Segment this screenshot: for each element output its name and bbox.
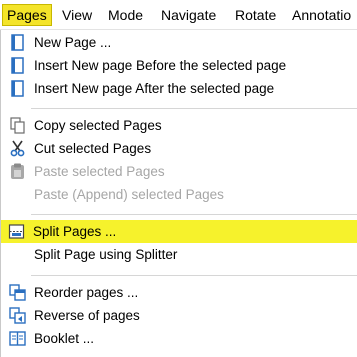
menu-separator [31,275,357,276]
menu-annotations[interactable]: Annotatio [288,4,355,26]
menu-item-cut-pages[interactable]: Cut selected Pages [2,137,357,160]
menu-navigate[interactable]: Navigate [157,4,220,26]
menu-mode[interactable]: Mode [104,4,147,26]
menu-item-insert-after[interactable]: Insert New page After the selected page [2,77,357,100]
menu-pages[interactable]: Pages [2,4,52,26]
menu-item-label: Booklet ... [34,331,95,346]
menu-item-label: Cut selected Pages [34,141,152,156]
menu-item-label: Split Pages ... [33,224,117,239]
menu-item-reverse-pages[interactable]: Reverse of pages [2,304,357,327]
paste-icon [9,163,26,180]
copy-icon [9,117,26,134]
scissors-icon [9,140,26,157]
menu-bar: Pages View Mode Navigate Rotate Annotati… [0,0,357,30]
new-page-icon [9,34,26,51]
reorder-icon [9,284,26,301]
menu-item-label: New Page ... [34,35,112,50]
menu-item-label: Insert New page After the selected page [34,81,275,96]
menu-item-reorder-pages[interactable]: Reorder pages ... [2,281,357,304]
menu-rotate[interactable]: Rotate [231,4,280,26]
menu-item-paste-pages[interactable]: Paste selected Pages [2,160,357,183]
booklet-icon [9,330,26,347]
menu-separator [31,108,357,109]
menu-item-label: Insert New page Before the selected page [34,58,287,73]
menu-item-paste-append[interactable]: Paste (Append) selected Pages [2,183,357,206]
menu-item-insert-before[interactable]: Insert New page Before the selected page [2,54,357,77]
pages-dropdown-menu: New Page ... Insert New page Before the … [0,30,357,357]
menu-item-split-pages[interactable]: Split Pages ... [1,220,357,243]
menu-view[interactable]: View [58,4,96,26]
menu-item-label: Copy selected Pages [34,118,162,133]
menu-item-split-using-splitter[interactable]: Split Page using Splitter [2,243,357,266]
insert-after-icon [9,80,26,97]
menu-item-booklet[interactable]: Booklet ... [2,327,357,350]
menu-item-label: Reverse of pages [34,308,140,323]
menu-item-label: Reorder pages ... [34,285,139,300]
split-icon [8,223,25,240]
menu-item-label: Paste selected Pages [34,164,165,179]
reverse-icon [9,307,26,324]
menu-item-label: Paste (Append) selected Pages [34,187,224,202]
menu-item-new-page[interactable]: New Page ... [2,31,357,54]
insert-before-icon [9,57,26,74]
menu-separator [31,214,357,215]
menu-item-copy-pages[interactable]: Copy selected Pages [2,114,357,137]
menu-item-label: Split Page using Splitter [34,247,178,262]
